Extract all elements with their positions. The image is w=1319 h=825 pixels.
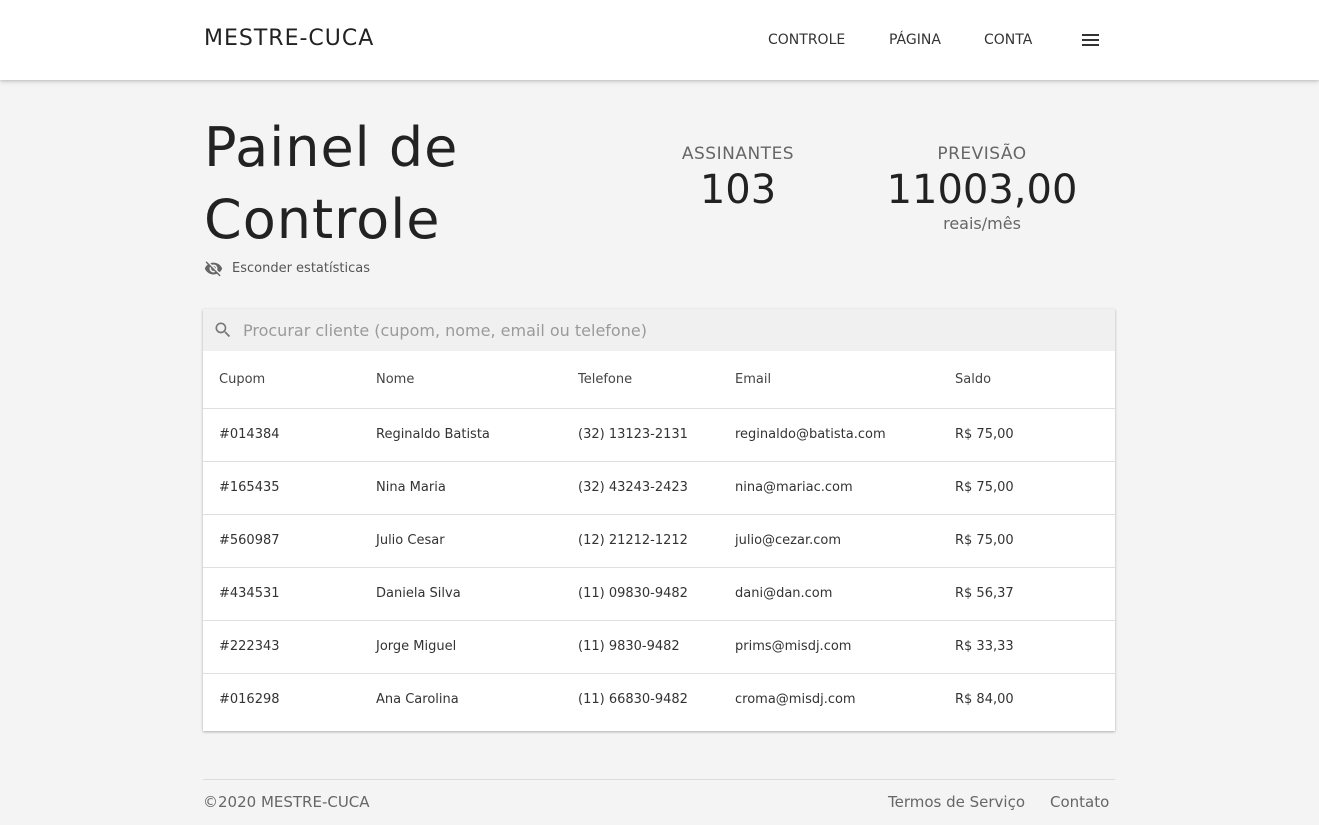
cell-telefone: (32) 43243-2423	[578, 480, 688, 495]
cell-telefone: (11) 66830-9482	[578, 692, 688, 708]
footer-link-termos[interactable]: Termos de Serviço	[888, 793, 1025, 811]
cell-telefone: (32) 13123-2131	[578, 427, 688, 442]
stat-previsao-unit: reais/mês	[943, 214, 1021, 233]
cell-email: reginaldo@batista.com	[735, 427, 886, 442]
footer-divider	[203, 779, 1115, 780]
table-row[interactable]: #560987 Julio Cesar (12) 21212-1212 juli…	[203, 514, 1115, 567]
search-icon	[215, 322, 231, 338]
top-app-bar: MESTRE-CUCA CONTROLE PÁGINA CONTA	[0, 0, 1319, 80]
cell-saldo: R$ 33,33	[955, 639, 1014, 654]
cell-telefone: (11) 9830-9482	[578, 639, 680, 654]
cell-nome: Jorge Miguel	[376, 639, 457, 654]
table-row[interactable]: #434531 Daniela Silva (11) 09830-9482 da…	[203, 567, 1115, 620]
cell-cupom: #014384	[219, 427, 280, 442]
footer-copyright: ©2020 MESTRE-CUCA	[203, 793, 370, 811]
cell-cupom: #222343	[219, 639, 280, 654]
nav-item-conta[interactable]: CONTA	[984, 32, 1032, 48]
cell-email: prims@misdj.com	[735, 639, 852, 654]
hide-stats-toggle[interactable]: Esconder estatísticas	[204, 258, 370, 278]
cell-email: croma@misdj.com	[735, 692, 856, 708]
clients-table: Cupom Nome Telefone Email Saldo #014384 …	[203, 351, 1115, 726]
stat-previsao: PREVISÃO 11003,00 reais/mês	[862, 144, 1102, 233]
column-header-telefone[interactable]: Telefone	[562, 351, 719, 408]
page-title: Painel de Controle	[204, 116, 459, 251]
footer-link-contato[interactable]: Contato	[1050, 793, 1109, 811]
stat-assinantes: ASSINANTES 103	[662, 144, 814, 212]
hide-stats-label: Esconder estatísticas	[232, 260, 370, 276]
cell-telefone: (12) 21212-1212	[578, 533, 688, 548]
stat-assinantes-label: ASSINANTES	[681, 144, 795, 164]
table-row[interactable]: #222343 Jorge Miguel (11) 9830-9482 prim…	[203, 620, 1115, 673]
cell-saldo: R$ 84,00	[955, 692, 1014, 708]
cell-cupom: #016298	[219, 692, 280, 708]
cell-saldo: R$ 75,00	[955, 533, 1014, 548]
cell-nome: Nina Maria	[376, 480, 446, 495]
brand-logo[interactable]: MESTRE-CUCA	[204, 26, 374, 51]
column-header-saldo[interactable]: Saldo	[939, 351, 1115, 408]
nav-item-pagina[interactable]: PÁGINA	[889, 32, 941, 48]
column-header-cupom[interactable]: Cupom	[203, 351, 360, 408]
nav-item-controle[interactable]: CONTROLE	[768, 32, 845, 48]
column-header-email[interactable]: Email	[719, 351, 939, 408]
cell-cupom: #165435	[219, 480, 280, 495]
cell-email: dani@dan.com	[735, 586, 833, 601]
cell-nome: Daniela Silva	[376, 586, 461, 601]
cell-email: julio@cezar.com	[735, 533, 842, 548]
stat-previsao-label: PREVISÃO	[937, 144, 1027, 164]
visibility-off-icon	[204, 260, 223, 276]
cell-saldo: R$ 75,00	[955, 427, 1014, 442]
cell-cupom: #434531	[219, 586, 280, 601]
stat-assinantes-value: 103	[699, 167, 777, 213]
cell-saldo: R$ 75,00	[955, 480, 1014, 495]
search-bar[interactable]	[203, 309, 1115, 351]
table-row[interactable]: #165435 Nina Maria (32) 43243-2423 nina@…	[203, 461, 1115, 514]
stat-previsao-value: 11003,00	[886, 167, 1078, 213]
cell-telefone: (11) 09830-9482	[578, 586, 688, 601]
cell-nome: Reginaldo Batista	[376, 427, 490, 442]
cell-cupom: #560987	[219, 533, 280, 548]
table-row[interactable]: #014384 Reginaldo Batista (32) 13123-213…	[203, 408, 1115, 461]
cell-saldo: R$ 56,37	[955, 586, 1014, 601]
table-row[interactable]: #016298 Ana Carolina (11) 66830-9482 cro…	[203, 673, 1115, 726]
cell-email: nina@mariac.com	[735, 480, 853, 495]
table-header-row: Cupom Nome Telefone Email Saldo	[203, 351, 1115, 408]
clients-card: Cupom Nome Telefone Email Saldo #014384 …	[203, 309, 1115, 731]
cell-nome: Ana Carolina	[376, 692, 459, 708]
hamburger-menu-icon[interactable]	[1081, 33, 1101, 47]
cell-nome: Julio Cesar	[376, 533, 445, 548]
column-header-nome[interactable]: Nome	[360, 351, 562, 408]
search-input[interactable]	[243, 309, 1103, 351]
